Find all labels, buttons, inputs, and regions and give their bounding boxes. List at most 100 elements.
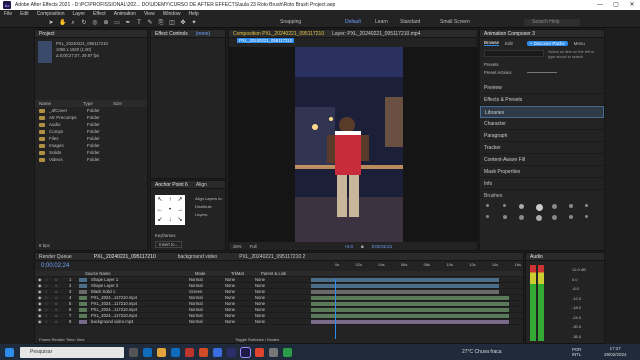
layer-mode[interactable]: Normal (189, 301, 225, 306)
audio-toggle-icon[interactable]: ◌ (45, 295, 55, 300)
menu-window[interactable]: Window (163, 11, 181, 17)
comp-viewer[interactable] (229, 47, 477, 242)
layer-mode[interactable]: Screen (189, 289, 225, 294)
camera-tool-icon[interactable]: ◎ (92, 20, 98, 26)
layer-parent[interactable]: None (255, 313, 305, 318)
timeline-timecode[interactable]: 0;00;02;24 (41, 263, 69, 269)
snapshot-icon[interactable]: ◙ (361, 244, 364, 249)
workspace-default[interactable]: Default (345, 19, 361, 25)
label-color-icon[interactable] (79, 289, 87, 294)
pen-tool-icon[interactable]: ✒ (125, 20, 131, 26)
preset-actions-dropdown[interactable]: Preset Actions (484, 70, 511, 75)
arrow-w-icon[interactable]: ← (155, 205, 165, 215)
menu-button[interactable]: Menu (574, 41, 585, 46)
tab-effect-controls[interactable]: Effect Controls (155, 31, 188, 37)
arrow-nw-icon[interactable]: ↖ (155, 195, 165, 205)
menu-help[interactable]: Help (188, 11, 198, 17)
center-dot-icon[interactable]: • (165, 205, 175, 215)
solo-toggle-icon[interactable]: ○ (55, 295, 65, 300)
roto-brush-tool-icon[interactable]: ✤ (180, 20, 186, 26)
layer-name[interactable]: Shape Layer 2 (91, 283, 189, 288)
brush-grid[interactable] (480, 202, 604, 223)
layer-name[interactable]: PXL_2024...117210.mp4 (91, 301, 189, 306)
maximize-button[interactable]: ▢ (608, 0, 624, 10)
tab-browse[interactable]: Browse (484, 40, 500, 46)
col-name[interactable]: Name (39, 101, 83, 106)
audio-toggle-icon[interactable]: ◌ (45, 307, 55, 312)
layer-mode[interactable]: Normal (189, 295, 225, 300)
menu-file[interactable]: File (4, 11, 12, 17)
windows-start-icon[interactable] (5, 347, 14, 357)
close-button[interactable]: ✕ (624, 0, 640, 10)
rectangle-tool-icon[interactable]: ▭ (114, 20, 120, 26)
minimize-button[interactable]: — (592, 0, 608, 10)
layer-name[interactable]: PXL_2024...117210.mp4 (91, 313, 189, 318)
layer-parent[interactable]: None (255, 301, 305, 306)
tab-layer[interactable]: Layer: PXL_20240221_095117210.mp4 (332, 31, 420, 37)
premiere-icon[interactable] (227, 347, 236, 357)
comp-breadcrumb[interactable]: PXL_20240221_095117210 (237, 38, 295, 43)
workspace-standard[interactable]: Standard (400, 19, 420, 25)
visibility-eye-icon[interactable]: ◉ (35, 307, 45, 312)
edge-icon[interactable] (143, 347, 152, 357)
col-parent[interactable]: Parent & Link (261, 271, 286, 276)
comp-timecode[interactable]: 0;00;02;24 (372, 244, 392, 249)
visibility-eye-icon[interactable]: ◉ (35, 283, 45, 288)
layer-name[interactable]: Shape Layer 1 (91, 277, 189, 282)
anchor-grid[interactable]: ↖ ↑ ↗ ← • → ↙ ↓ ↘ (155, 195, 185, 225)
rotate-tool-icon[interactable]: ↻ (81, 20, 87, 26)
col-trkmat[interactable]: TrkMat (231, 271, 261, 276)
project-item[interactable]: Audio Folder (35, 121, 147, 128)
exposure-value[interactable]: +0.0 (345, 244, 353, 249)
project-item[interactable]: _afCover Folder (35, 107, 147, 114)
layer-parent[interactable]: None (255, 307, 305, 312)
layer-trkmat[interactable]: None (225, 277, 255, 282)
file-explorer-icon[interactable] (157, 347, 166, 357)
audio-toggle-icon[interactable]: ◌ (45, 289, 55, 294)
solo-toggle-icon[interactable]: ○ (55, 319, 65, 324)
after-effects-taskbar-icon[interactable] (240, 346, 251, 358)
panel-section-3[interactable]: Character (480, 118, 604, 130)
layer-parent[interactable]: None (255, 277, 305, 282)
project-item[interactable]: Solids Folder (35, 149, 147, 156)
search-help-input[interactable]: Search Help (524, 19, 580, 26)
layer-mode[interactable]: Normal (189, 307, 225, 312)
menu-composition[interactable]: Composition (37, 11, 65, 17)
visibility-eye-icon[interactable]: ◉ (35, 313, 45, 318)
clock[interactable]: 17:27 29/02/2024 (604, 346, 627, 358)
tab-audio[interactable]: Audio (530, 254, 543, 260)
label-color-icon[interactable] (79, 319, 87, 324)
col-type[interactable]: Type (83, 101, 113, 106)
menu-view[interactable]: View (144, 11, 155, 17)
zoom-dropdown[interactable]: 25% (233, 244, 242, 249)
panel-section-7[interactable]: Mask Properties (480, 166, 604, 178)
timeline-layer-row[interactable]: ◉ ◌ ○ 8 background video.mp4 Normal None None (35, 319, 523, 325)
menu-edit[interactable]: Edit (20, 11, 29, 17)
workspace-learn[interactable]: Learn (375, 19, 388, 25)
layer-mode[interactable]: Normal (189, 313, 225, 318)
language-indicator[interactable]: POR INTL (572, 347, 581, 357)
layer-trkmat[interactable]: None (225, 289, 255, 294)
layer-trkmat[interactable]: None (225, 283, 255, 288)
layer-name[interactable]: PXL_2024...117210.mp4 (91, 307, 189, 312)
project-item[interactable]: Videos Folder (35, 156, 147, 163)
size-slider[interactable] (527, 72, 558, 73)
tab-composition[interactable]: Composition PXL_20240221_095117210 (233, 31, 324, 37)
timeline-tab-3[interactable]: PXL_20240221_095117210 2 (239, 254, 305, 260)
office-icon[interactable] (199, 347, 208, 357)
project-item[interactable]: Comps Folder (35, 128, 147, 135)
playhead[interactable] (335, 279, 336, 339)
label-color-icon[interactable] (79, 307, 87, 312)
arrow-se-icon[interactable]: ↘ (175, 215, 185, 225)
layer-parent[interactable]: None (255, 295, 305, 300)
solo-toggle-icon[interactable]: ○ (55, 277, 65, 282)
layer-parent[interactable]: None (255, 319, 305, 324)
audio-toggle-icon[interactable]: ◌ (45, 301, 55, 306)
task-view-icon[interactable] (129, 347, 138, 357)
selection-tool-icon[interactable]: ➤ (48, 20, 54, 26)
col-source-name[interactable]: Source Name (85, 271, 195, 276)
tab-edit[interactable]: Edit (505, 41, 513, 46)
eraser-tool-icon[interactable]: ◫ (169, 20, 175, 26)
tab-project[interactable]: Project (39, 31, 55, 37)
menu-layer[interactable]: Layer (72, 11, 85, 17)
